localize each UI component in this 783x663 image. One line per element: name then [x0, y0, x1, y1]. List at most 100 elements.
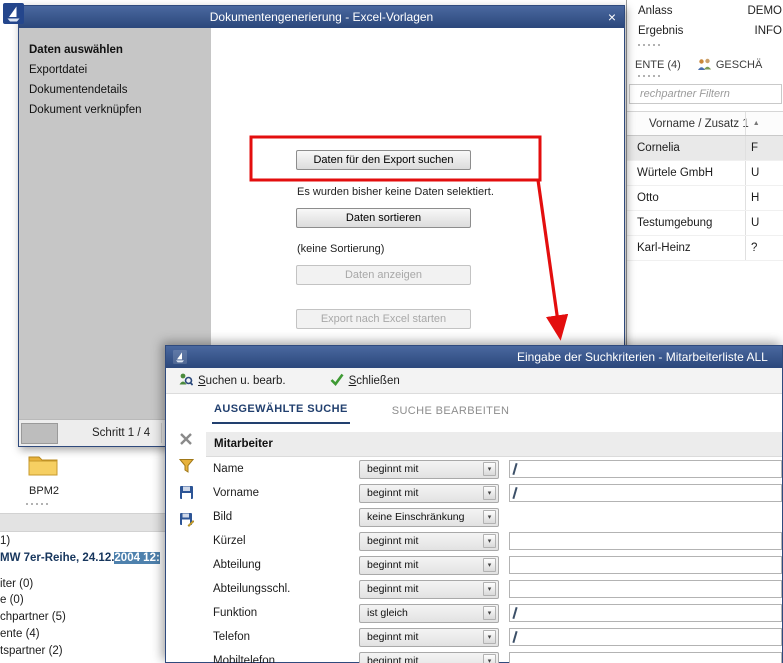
tab-suche-bearbeiten[interactable]: SUCHE BEARBEITEN: [390, 399, 512, 424]
search-and-edit-button[interactable]: Suchen u. bearb.: [178, 372, 286, 390]
clear-criteria-icon[interactable]: [179, 432, 193, 451]
sort-asc-icon: ▲: [753, 120, 760, 127]
value-input[interactable]: [509, 532, 782, 550]
people-icon: [697, 58, 712, 71]
window1-titlebar[interactable]: Dokumentengenerierung - Excel-Vorlagen ×: [19, 6, 624, 28]
check-icon: [330, 373, 344, 389]
operator-dropdown[interactable]: ist gleich▾: [359, 604, 499, 623]
save-search-as-icon[interactable]: [179, 512, 194, 532]
folder-label[interactable]: BPM2: [20, 485, 68, 497]
window2-titlebar[interactable]: Eingabe der Suchkriterien - Mitarbeiterl…: [166, 346, 782, 368]
operator-dropdown[interactable]: beginnt mit▾: [359, 460, 499, 479]
splitter-dots-icon[interactable]: [627, 40, 783, 46]
criteria-row-mobiltelefon: Mobiltelefon beginnt mit▾: [206, 649, 782, 663]
window-suchkriterien: Eingabe der Suchkriterien - Mitarbeiterl…: [165, 345, 783, 663]
value-input[interactable]: [509, 604, 782, 622]
show-data-button[interactable]: Daten anzeigen: [296, 265, 471, 285]
record-detail-panel: Anlass DEMO Ergebnis INFO ENTE (4) GESCH…: [626, 0, 783, 345]
table-header-vorname[interactable]: Vorname / Zusatz 1 ▲: [627, 112, 783, 136]
sailboat-logo-icon: [3, 3, 24, 29]
filter-icon[interactable]: [179, 458, 194, 478]
contact-filter-input[interactable]: rechpartner Filtern: [629, 84, 782, 104]
operator-dropdown[interactable]: beginnt mit▾: [359, 580, 499, 599]
value-input[interactable]: [509, 628, 782, 646]
sailboat-logo-icon: [173, 350, 187, 364]
criteria-section-header: Mitarbeiter: [206, 432, 782, 457]
step-dokument-verknuepfen[interactable]: Dokument verknüpfen: [19, 100, 211, 120]
step-dokumentendetails[interactable]: Dokumentendetails: [19, 80, 211, 100]
no-selection-text: Es wurden bisher keine Daten selektiert.: [297, 186, 494, 198]
step-indicator: Schritt 1 / 4: [92, 427, 150, 439]
criteria-form: Name beginnt mit▾ Vorname beginnt mit▾ B…: [206, 457, 782, 662]
sub-tabs: ENTE (4) GESCHÄ: [627, 58, 783, 71]
search-export-data-button[interactable]: Daten für den Export suchen: [296, 150, 471, 170]
splitter-dots-icon[interactable]: [15, 499, 48, 505]
table-row[interactable]: Otto H: [627, 186, 783, 211]
step-exportdatei[interactable]: Exportdatei: [19, 60, 211, 80]
progress-box: [21, 423, 58, 444]
criteria-row-bild: Bild keine Einschränkung▾: [206, 505, 782, 529]
chevron-down-icon: ▾: [483, 534, 496, 548]
criteria-row-name: Name beginnt mit▾: [206, 457, 782, 481]
tab-dokumente[interactable]: ENTE (4): [635, 59, 681, 71]
chevron-down-icon: ▾: [483, 630, 496, 644]
criteria-icon-strip: [166, 424, 206, 662]
tree-item-selected[interactable]: MW 7er-Reihe, 24.12.2004 12:: [0, 552, 160, 564]
table-row[interactable]: Karl-Heinz ?: [627, 236, 783, 261]
sort-data-button[interactable]: Daten sortieren: [296, 208, 471, 228]
tree-item[interactable]: tspartner (2): [0, 645, 63, 657]
search-tabs: AUSGEWÄHLTE SUCHE SUCHE BEARBEITEN: [166, 394, 782, 424]
search-person-icon: [178, 372, 193, 390]
table-row[interactable]: Testumgebung U: [627, 211, 783, 236]
criteria-row-abteilung: Abteilung beginnt mit▾: [206, 553, 782, 577]
chevron-down-icon: ▾: [483, 654, 496, 663]
operator-dropdown[interactable]: beginnt mit▾: [359, 628, 499, 647]
tree-item[interactable]: 1): [0, 535, 10, 547]
operator-dropdown[interactable]: beginnt mit▾: [359, 484, 499, 503]
close-icon[interactable]: ×: [608, 6, 616, 28]
start-excel-export-button[interactable]: Export nach Excel starten: [296, 309, 471, 329]
value-input[interactable]: [509, 652, 782, 663]
value-input[interactable]: [509, 460, 782, 478]
operator-dropdown[interactable]: keine Einschränkung▾: [359, 508, 499, 527]
field-label: Ergebnis: [638, 25, 683, 37]
operator-dropdown[interactable]: beginnt mit▾: [359, 556, 499, 575]
column-header-label: Vorname / Zusatz 1: [649, 118, 749, 130]
screen: Anlass DEMO Ergebnis INFO ENTE (4) GESCH…: [0, 0, 783, 663]
operator-dropdown[interactable]: beginnt mit▾: [359, 532, 499, 551]
folder-icon[interactable]: [27, 452, 59, 483]
tree-item[interactable]: ente (4): [0, 628, 40, 640]
field-row-anlass: Anlass DEMO: [627, 0, 783, 20]
explorer-panel: BPM2 1) MW 7er-Reihe, 24.12.2004 12: ite…: [0, 447, 165, 663]
splitter-dots-icon[interactable]: [627, 71, 783, 77]
table-row[interactable]: Cornelia F: [627, 136, 783, 161]
field-value: INFO: [755, 25, 782, 37]
tab-geschaeftspartner[interactable]: GESCHÄ: [716, 59, 762, 71]
criteria-row-funktion: Funktion ist gleich▾: [206, 601, 782, 625]
contacts-table: Vorname / Zusatz 1 ▲ Cornelia F Würtele …: [627, 111, 783, 261]
no-sort-text: (keine Sortierung): [297, 243, 384, 255]
filter-placeholder: rechpartner Filtern: [640, 88, 730, 100]
value-input[interactable]: [509, 580, 782, 598]
field-row-ergebnis: Ergebnis INFO: [627, 20, 783, 40]
tree-item[interactable]: chpartner (5): [0, 611, 66, 623]
chevron-down-icon: ▾: [483, 606, 496, 620]
section-band: [0, 513, 165, 532]
criteria-row-kuerzel: Kürzel beginnt mit▾: [206, 529, 782, 553]
criteria-row-abteilungsschl: Abteilungsschl. beginnt mit▾: [206, 577, 782, 601]
value-input[interactable]: [509, 556, 782, 574]
tree-item[interactable]: e (0): [0, 594, 24, 606]
tab-ausgewaehlte-suche[interactable]: AUSGEWÄHLTE SUCHE: [212, 397, 350, 424]
close-search-button[interactable]: Schließen: [330, 373, 400, 389]
step-daten-auswaehlen[interactable]: Daten auswählen: [19, 40, 211, 60]
chevron-down-icon: ▾: [483, 558, 496, 572]
save-search-icon[interactable]: [179, 485, 194, 505]
tree-item[interactable]: iter (0): [0, 578, 33, 590]
chevron-down-icon: ▾: [483, 510, 496, 524]
value-input[interactable]: [509, 484, 782, 502]
window1-title: Dokumentengenerierung - Excel-Vorlagen: [19, 10, 624, 24]
table-row[interactable]: Würtele GmbH U: [627, 161, 783, 186]
criteria-row-telefon: Telefon beginnt mit▾: [206, 625, 782, 649]
operator-dropdown[interactable]: beginnt mit▾: [359, 652, 499, 663]
chevron-down-icon: ▾: [483, 582, 496, 596]
